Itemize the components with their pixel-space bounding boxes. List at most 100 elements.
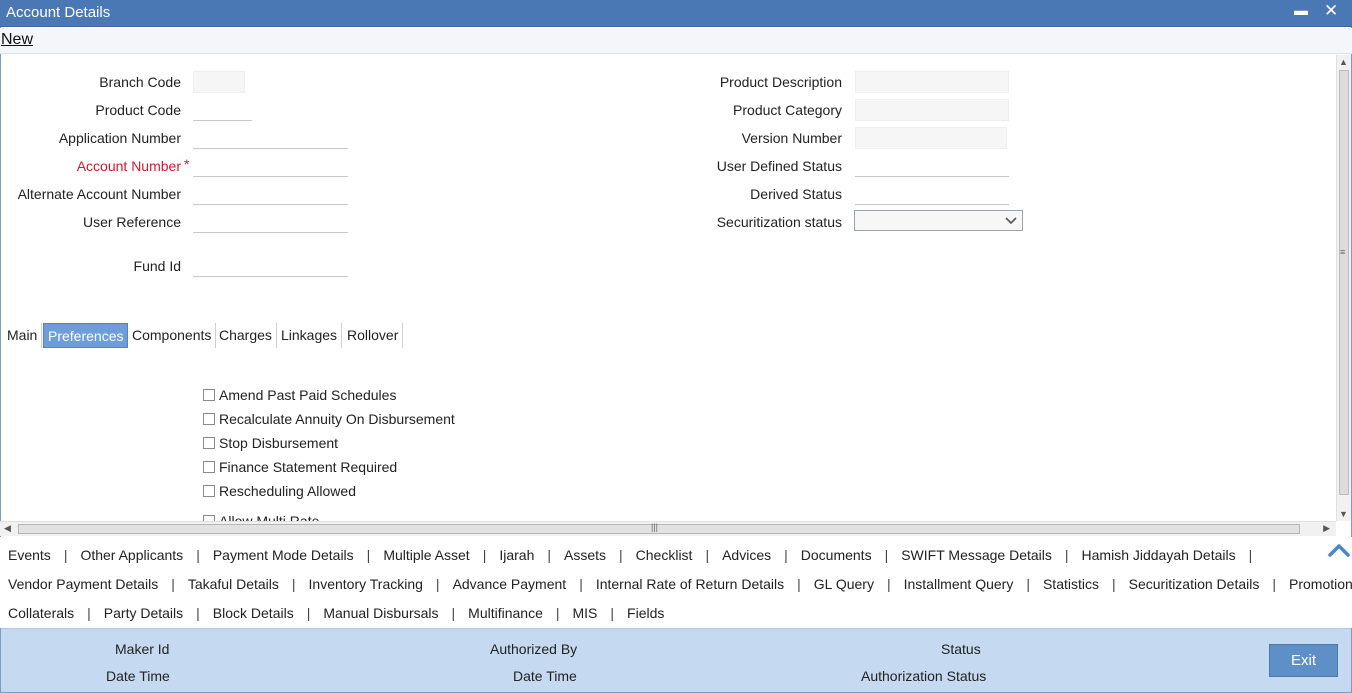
product-description-field[interactable] <box>855 71 1009 93</box>
scroll-right-icon[interactable]: ▶ <box>1323 523 1330 534</box>
checker-date-time-label: Date Time <box>513 668 577 684</box>
account-number-field[interactable] <box>193 155 348 177</box>
authorized-by-label: Authorized By <box>490 641 578 657</box>
collapse-up-icon[interactable] <box>1327 541 1351 559</box>
derived-status-field[interactable] <box>855 183 1009 205</box>
subscreen-link-multifinance[interactable]: Multifinance <box>468 605 543 621</box>
subscreen-link-assets[interactable]: Assets <box>564 547 606 563</box>
version-number-label: Version Number <box>741 130 842 146</box>
checkbox[interactable] <box>203 389 215 401</box>
checkbox[interactable] <box>203 485 215 497</box>
scroll-thumb[interactable] <box>1339 70 1349 495</box>
version-number-field[interactable] <box>855 127 1007 149</box>
securitization-status-select[interactable] <box>854 210 1023 231</box>
checkbox-label: Recalculate Annuity On Disbursement <box>219 411 455 427</box>
subscreen-link-gl-query[interactable]: GL Query <box>814 576 874 592</box>
fund-id-field[interactable] <box>193 255 348 277</box>
link-separator: | <box>196 547 200 563</box>
scroll-left-icon[interactable]: ◀ <box>4 523 11 534</box>
subscreen-link-hamish-jiddayah-details[interactable]: Hamish Jiddayah Details <box>1082 547 1236 563</box>
required-marker: * <box>184 156 190 172</box>
subscreen-link-other-applicants[interactable]: Other Applicants <box>80 547 183 563</box>
subscreen-link-party-details[interactable]: Party Details <box>104 605 183 621</box>
status-label: Status <box>941 641 981 657</box>
window-titlebar: Account Details ▬ ✕ <box>0 0 1352 27</box>
alternate-account-number-field[interactable] <box>193 183 348 205</box>
subscreen-link-installment-query[interactable]: Installment Query <box>904 576 1014 592</box>
tab-linkages[interactable]: Linkages <box>277 323 343 348</box>
subscreen-link-collaterals[interactable]: Collaterals <box>8 605 74 621</box>
link-separator: | <box>1111 576 1116 592</box>
link-separator: | <box>435 576 440 592</box>
checkbox-label: Allow Multi Rate <box>219 513 320 521</box>
tab-charges[interactable]: Charges <box>215 323 277 348</box>
link-separator: | <box>886 576 891 592</box>
application-number-field[interactable] <box>193 127 348 149</box>
close-icon[interactable]: ✕ <box>1324 1 1338 21</box>
tab-components[interactable]: Components <box>128 323 217 348</box>
subscreen-links: Events | Other Applicants | Payment Mode Det… <box>0 537 1352 628</box>
subscreen-link-payment-mode-details[interactable]: Payment Mode Details <box>213 547 354 563</box>
subscreen-link-advance-payment[interactable]: Advance Payment <box>453 576 567 592</box>
subscreen-link-ijarah[interactable]: Ijarah <box>499 547 534 563</box>
subscreen-link-promotions[interactable]: Promotions <box>1289 576 1352 592</box>
tab-main[interactable]: Main <box>3 323 43 348</box>
subscreen-link-fields[interactable]: Fields <box>627 605 664 621</box>
subscreen-link-events[interactable]: Events <box>8 547 51 563</box>
scroll-up-icon[interactable]: ▲ <box>1339 57 1348 67</box>
link-separator: | <box>196 605 200 621</box>
audit-footer: Maker Id Date Time Authorized By Date Ti… <box>1 628 1351 692</box>
vertical-scrollbar[interactable]: ▲ ≡ ▼ <box>1336 55 1351 521</box>
link-separator: | <box>451 605 456 621</box>
user-reference-label: User Reference <box>82 214 181 230</box>
subscreen-link-advices[interactable]: Advices <box>722 547 771 563</box>
subscreen-link-statistics[interactable]: Statistics <box>1043 576 1099 592</box>
subscreen-link-swift-message-details[interactable]: SWIFT Message Details <box>901 547 1052 563</box>
checkbox-label: Rescheduling Allowed <box>219 483 356 499</box>
checkbox[interactable] <box>203 461 215 473</box>
horizontal-scrollbar[interactable]: ◀ ||| ▶ <box>0 521 1336 536</box>
link-separator: | <box>547 547 551 563</box>
link-separator: | <box>87 605 91 621</box>
subscreen-link-takaful-details[interactable]: Takaful Details <box>188 576 279 592</box>
link-separator: | <box>884 547 889 563</box>
checkbox[interactable] <box>203 413 215 425</box>
preferences-panel: Amend Past Paid Schedules Recalculate An… <box>0 355 1336 521</box>
subscreen-link-inventory-tracking[interactable]: Inventory Tracking <box>309 576 423 592</box>
checkbox-label: Finance Statement Required <box>219 459 398 475</box>
user-defined-status-label: User Defined Status <box>716 158 842 174</box>
window-title: Account Details <box>6 4 111 21</box>
tab-preferences[interactable]: Preferences <box>43 323 129 348</box>
link-separator: | <box>555 605 560 621</box>
alternate-account-number-label: Alternate Account Number <box>17 186 181 202</box>
maker-id-label: Maker Id <box>115 641 170 657</box>
subscreen-link-block-details[interactable]: Block Details <box>213 605 294 621</box>
subscreen-link-documents[interactable]: Documents <box>801 547 872 563</box>
minimize-icon[interactable]: ▬ <box>1294 2 1308 18</box>
user-defined-status-field[interactable] <box>855 155 1009 177</box>
subscreen-link-securitization-details[interactable]: Securitization Details <box>1129 576 1260 592</box>
subscreen-link-multiple-asset[interactable]: Multiple Asset <box>383 547 469 563</box>
product-code-field[interactable] <box>193 99 252 121</box>
checkbox[interactable] <box>203 437 215 449</box>
product-description-label: Product Description <box>719 74 842 90</box>
subscreen-link-vendor-payment-details[interactable]: Vendor Payment Details <box>8 576 158 592</box>
exit-button[interactable]: Exit <box>1269 644 1338 677</box>
product-category-label: Product Category <box>733 102 842 118</box>
link-separator: | <box>306 605 311 621</box>
subscreen-link-manual-disbursals[interactable]: Manual Disbursals <box>323 605 438 621</box>
securitization-status-label: Securitization status <box>716 214 842 230</box>
scroll-thumb[interactable] <box>18 524 1300 534</box>
scroll-down-icon[interactable]: ▼ <box>1339 509 1348 519</box>
new-button[interactable]: New <box>1 31 33 49</box>
subscreen-link-checklist[interactable]: Checklist <box>636 547 693 563</box>
product-category-field[interactable] <box>855 99 1009 121</box>
branch-code-label: Branch Code <box>99 74 181 90</box>
branch-code-field[interactable] <box>193 71 245 93</box>
user-reference-field[interactable] <box>193 211 348 233</box>
link-separator: | <box>797 576 801 592</box>
subscreen-link-mis[interactable]: MIS <box>573 605 598 621</box>
tab-rollover[interactable]: Rollover <box>343 323 404 348</box>
link-separator: | <box>705 547 710 563</box>
subscreen-link-internal-rate-of-return-details[interactable]: Internal Rate of Return Details <box>596 576 784 592</box>
